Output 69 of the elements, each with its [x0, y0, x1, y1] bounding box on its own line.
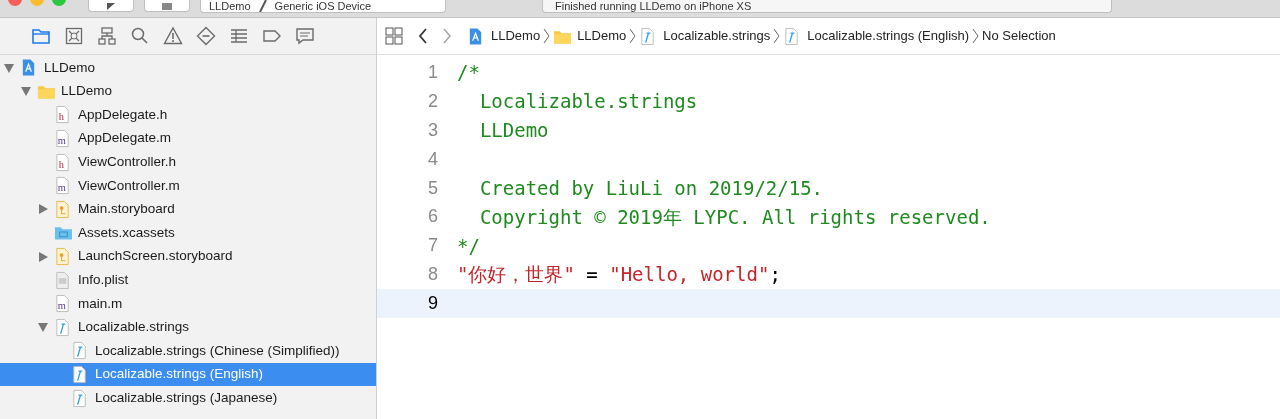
related-items-icon[interactable] [385, 27, 403, 45]
file-tree-item[interactable]: ViewController.h [78, 152, 177, 173]
speech-bubble-icon[interactable] [294, 25, 316, 47]
breadcrumb-item[interactable]: LLDemo [491, 26, 541, 46]
source-file-icon: m [54, 294, 72, 314]
scheme-project-text: LLDemo [209, 0, 251, 12]
hierarchy-icon[interactable] [96, 25, 118, 47]
chevron-icon [543, 28, 551, 44]
file-tree-item[interactable]: LaunchScreen.storyboard [78, 246, 233, 267]
file-tree-item[interactable]: Info.plist [78, 270, 129, 291]
chevron-icon [773, 28, 781, 44]
breadcrumb-item[interactable]: No Selection [982, 26, 1056, 46]
code-line: LLDemo [478, 117, 549, 143]
strings-file-icon [71, 365, 89, 384]
file-tree-item[interactable]: Localizable.strings (Japanese) [95, 388, 278, 409]
code-line: */ [456, 233, 480, 259]
status-text: Finished running LLDemo on iPhone XS [555, 0, 752, 12]
file-tree-item[interactable]: AppDelegate.h [78, 104, 168, 126]
file-tree-item[interactable]: main.m [78, 293, 123, 314]
strings-file-icon [54, 317, 72, 337]
chevron-icon [629, 28, 637, 44]
source-file-icon: m [54, 176, 72, 196]
storyboard-file-icon [54, 199, 72, 219]
run-button[interactable] [88, 0, 134, 12]
chevron-icon [972, 28, 980, 44]
line-number: 9 [428, 292, 438, 316]
file-tree-item[interactable]: AppDelegate.m [78, 128, 172, 149]
storyboard-file-icon [54, 247, 72, 267]
file-tree-item[interactable]: LLDemo [61, 81, 113, 102]
code-line: "你好，世界" = "Hello, world"; [456, 262, 781, 288]
disclosure-closed-icon[interactable] [36, 249, 50, 264]
code-line: Copyright © 2019年 LYPC. All rights reserved. [478, 204, 991, 230]
plist-file-icon [54, 270, 72, 290]
header-file-icon: h [54, 105, 72, 125]
scheme-device-text: Generic iOS Device [274, 0, 372, 12]
stop-icon [162, 3, 172, 11]
diamond-minus-icon[interactable] [195, 25, 217, 47]
line-number: 1 [428, 60, 438, 84]
line-number: 8 [428, 263, 438, 287]
warning-icon[interactable] [162, 25, 184, 47]
file-tree-item[interactable]: Assets.xcassets [78, 222, 175, 244]
file-tree-item[interactable]: Main.storyboard [78, 199, 175, 220]
back-icon[interactable] [417, 27, 429, 45]
header-file-icon: h [54, 152, 72, 172]
code-line: Localizable.strings [478, 89, 698, 115]
disclosure-closed-icon[interactable] [36, 202, 50, 217]
file-tree-item[interactable]: Localizable.strings (Chinese (Simplified)) [95, 340, 340, 362]
file-tree-item[interactable]: Localizable.strings [78, 317, 190, 338]
line-number: 6 [428, 205, 438, 229]
code-line: /* [456, 60, 480, 86]
stop-button[interactable] [144, 0, 190, 12]
line-number: 5 [428, 176, 438, 200]
file-tree-item[interactable]: LLDemo [44, 57, 96, 78]
scheme-selector[interactable]: LLDemo Generic iOS Device [200, 0, 446, 13]
breadcrumb-item[interactable]: LLDemo [577, 26, 627, 46]
strings-file-icon [71, 341, 89, 361]
code-line: Created by LiuLi on 2019/2/15. [478, 175, 824, 201]
strings-file-icon [71, 388, 89, 408]
file-tree-item[interactable]: ViewController.m [78, 175, 180, 196]
forward-icon[interactable] [441, 27, 453, 45]
line-number: 3 [428, 118, 438, 142]
square-cross-icon[interactable] [63, 25, 85, 47]
breadcrumb-item[interactable]: Localizable.strings [663, 26, 771, 46]
breadcrumb-item[interactable]: Localizable.strings (English) [807, 26, 970, 46]
line-number: 7 [428, 234, 438, 258]
separator-icon [258, 0, 267, 12]
line-number: 4 [428, 147, 438, 171]
source-file-icon: m [54, 129, 72, 149]
line-number: 2 [428, 89, 438, 113]
